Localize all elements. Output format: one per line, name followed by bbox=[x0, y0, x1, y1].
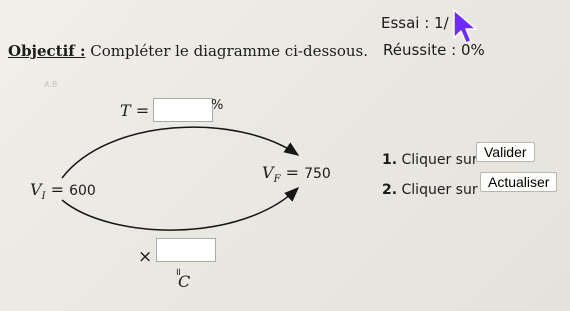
percent-unit: % bbox=[211, 98, 224, 113]
step-2: 2. Cliquer sur bbox=[382, 182, 478, 198]
refresh-button[interactable]: Actualiser bbox=[480, 172, 558, 192]
coefficient-label: C bbox=[178, 272, 191, 291]
vi-equals: = bbox=[45, 180, 70, 199]
initial-value: VI = 600 bbox=[30, 180, 96, 202]
step-2-number: 2. bbox=[382, 182, 398, 198]
step-1-number: 1. bbox=[382, 152, 398, 168]
vi-number: 600 bbox=[69, 183, 96, 199]
vf-letter: V bbox=[262, 163, 274, 182]
step-1: 1. Cliquer sur bbox=[382, 152, 478, 168]
step-2-text: Cliquer sur bbox=[401, 182, 478, 198]
final-value: VF = 750 bbox=[262, 163, 331, 185]
vf-number: 750 bbox=[304, 166, 331, 182]
validate-button[interactable]: Valider bbox=[476, 142, 535, 162]
rate-input[interactable] bbox=[153, 98, 213, 122]
bottom-arc-arrow bbox=[61, 186, 300, 231]
vi-letter: V bbox=[30, 180, 42, 199]
rate-label: T = bbox=[120, 101, 150, 120]
multiply-symbol: × bbox=[138, 247, 153, 267]
vf-equals: = bbox=[280, 163, 305, 182]
coefficient-input[interactable] bbox=[156, 238, 216, 262]
vf-subscript: F bbox=[273, 174, 281, 186]
step-1-text: Cliquer sur bbox=[401, 152, 478, 168]
